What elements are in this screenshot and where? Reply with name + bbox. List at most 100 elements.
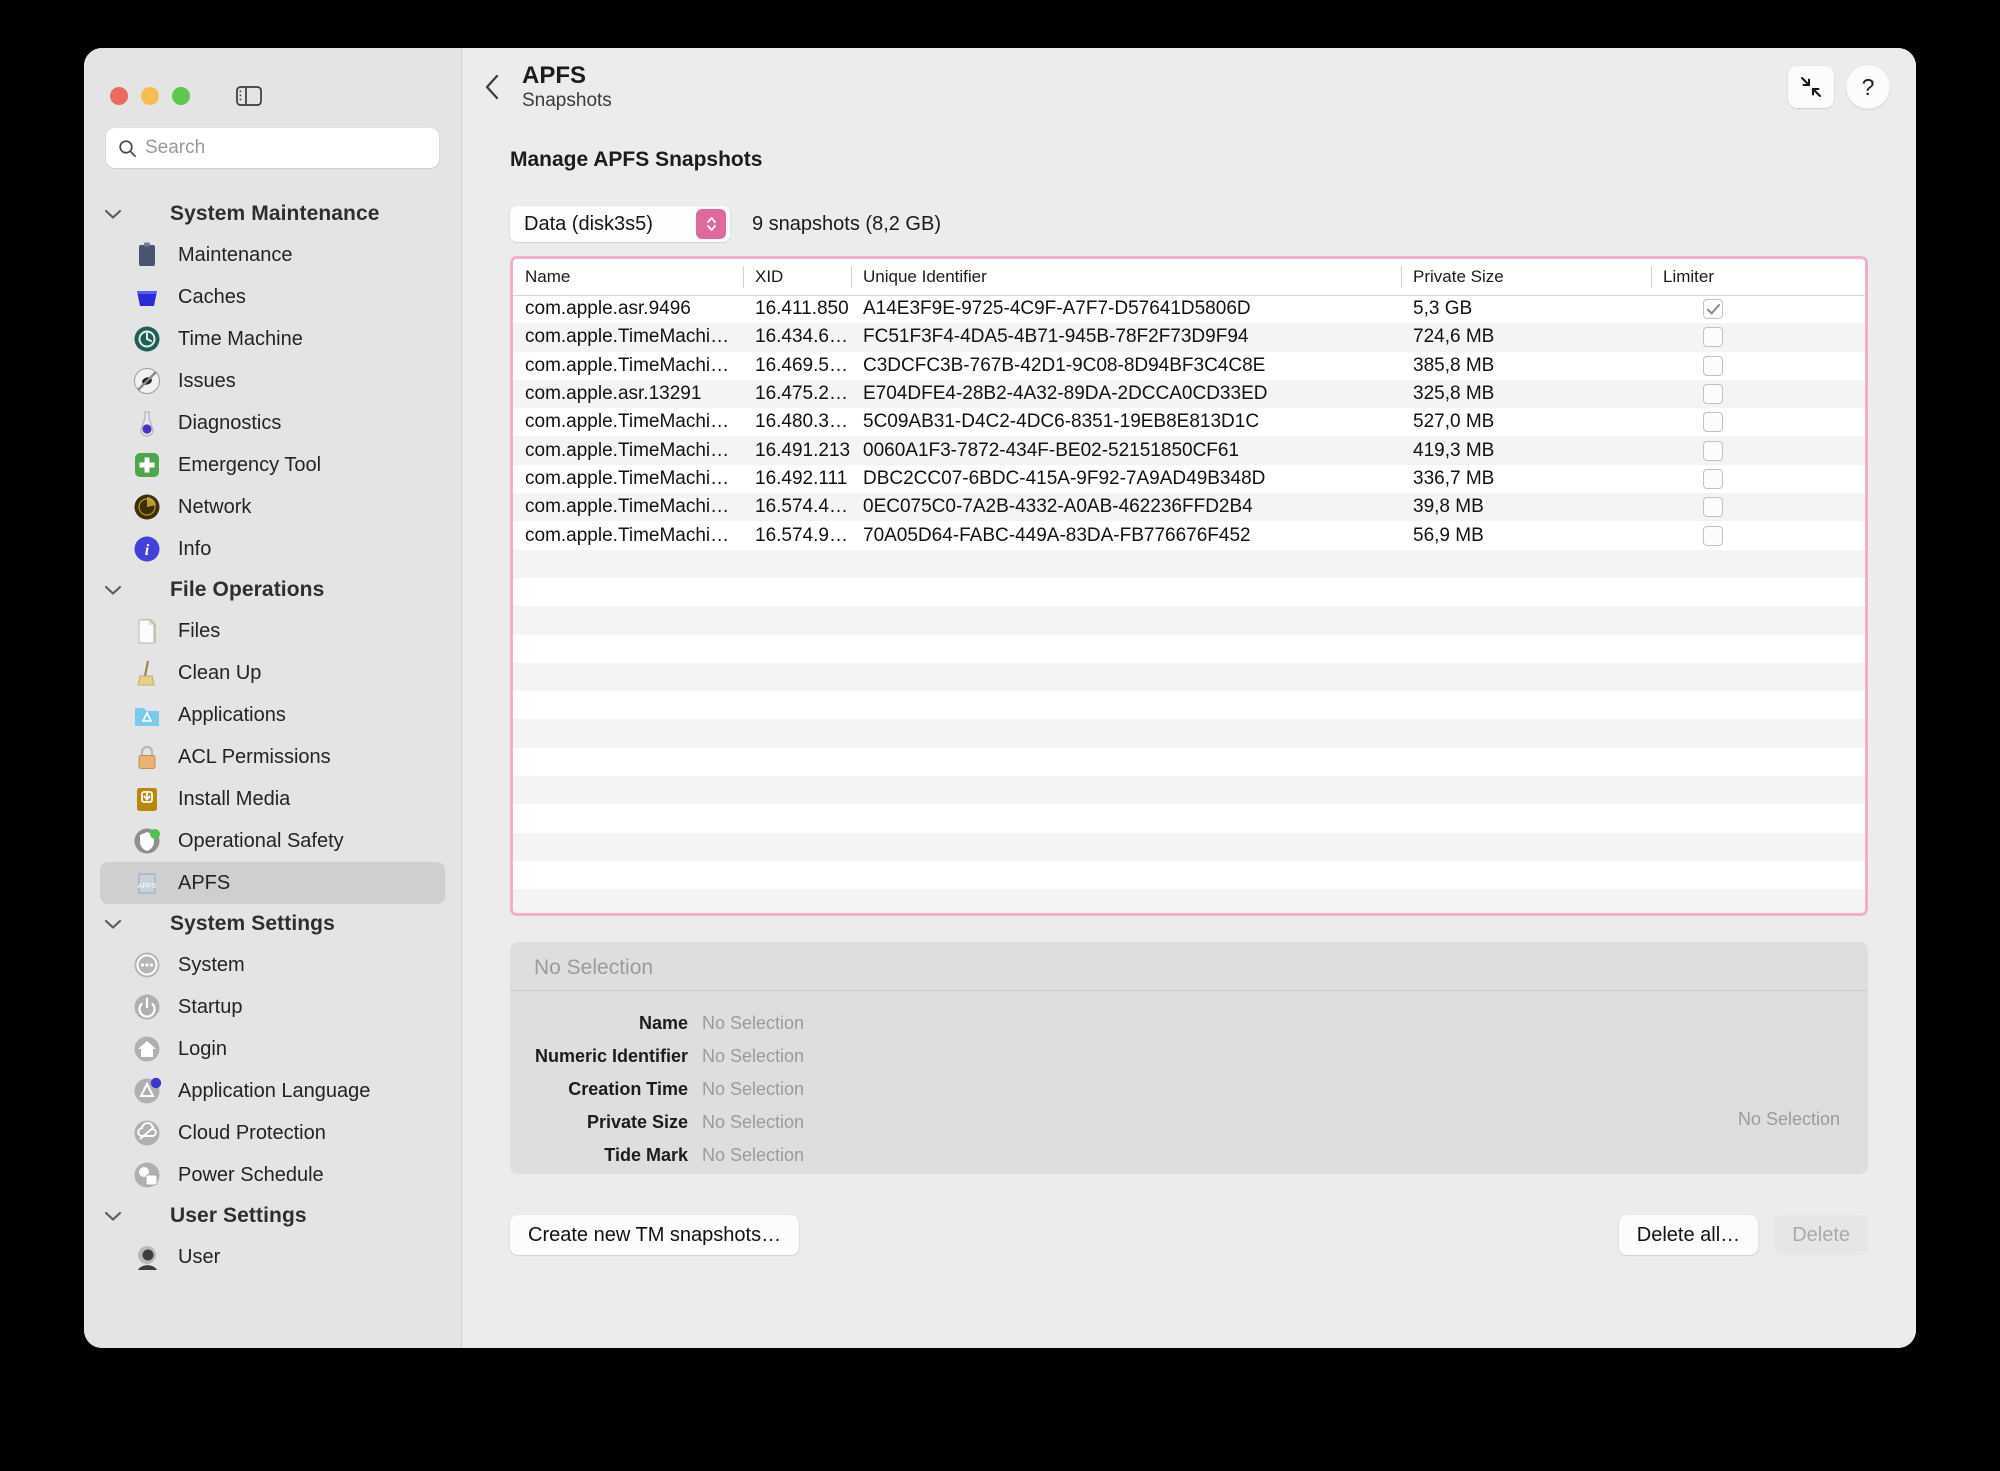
sidebar-item-time-machine[interactable]: Time Machine xyxy=(100,318,445,360)
sidebar-item-acl-permissions[interactable]: ACL Permissions xyxy=(100,736,445,778)
sidebar-item-label: Install Media xyxy=(178,787,291,810)
screenshot-root: Search System Maintenance Maintenance Cach… xyxy=(0,0,2000,1471)
sidebar-item-label: Application Language xyxy=(178,1079,371,1102)
table-empty-row[interactable] xyxy=(513,889,1865,913)
delete-all-button[interactable]: Delete all… xyxy=(1618,1215,1759,1255)
shield-check-icon xyxy=(130,824,164,858)
radar-icon xyxy=(134,494,160,520)
search-input[interactable]: Search xyxy=(106,128,439,168)
close-button[interactable] xyxy=(110,87,128,105)
sidebar-item-label: Power Schedule xyxy=(178,1163,324,1186)
sidebar-item-startup[interactable]: Startup xyxy=(100,986,445,1028)
empty-cell xyxy=(1401,719,1651,747)
sidebar-group-system-settings[interactable]: System Settings xyxy=(84,904,461,944)
sidebar-item-user[interactable]: User xyxy=(100,1236,445,1278)
table-row[interactable]: com.apple.TimeMachi… 16.434.6… FC51F3F4-4D… xyxy=(513,323,1865,352)
sidebar-item-network[interactable]: Network xyxy=(100,486,445,528)
limiter-checkbox[interactable] xyxy=(1703,355,1723,376)
chevron-updown-icon[interactable] xyxy=(696,209,726,239)
snapshot-uid-cell: FC51F3F4-4DA5-4B71-945B-78F2F73D9F94 xyxy=(863,326,1249,348)
snapshots-table-container[interactable]: Name XID Unique Identifier Private Size … xyxy=(510,256,1868,916)
sidebar-item-cloud-protection[interactable]: Cloud Protection xyxy=(100,1112,445,1154)
sidebar-item-install-media[interactable]: Install Media xyxy=(100,778,445,820)
sidebar-item-maintenance[interactable]: Maintenance xyxy=(100,234,445,276)
column-header-name[interactable]: Name xyxy=(513,259,743,296)
table-row[interactable]: com.apple.asr.13291 16.475.2… E704DFE4-28B… xyxy=(513,379,1865,409)
table-row[interactable]: com.apple.TimeMachi… 16.480.3… 5C09AB31-D4… xyxy=(513,408,1865,437)
sidebar-item-power-schedule[interactable]: Power Schedule xyxy=(100,1154,445,1196)
table-empty-row[interactable] xyxy=(513,776,1865,805)
limiter-checkbox[interactable] xyxy=(1703,497,1723,518)
limiter-checkbox[interactable] xyxy=(1703,327,1723,348)
column-header-uid[interactable]: Unique Identifier xyxy=(851,259,1401,296)
empty-cell xyxy=(851,663,1401,691)
sidebar-group-user-settings[interactable]: User Settings xyxy=(84,1196,461,1236)
limiter-checkbox[interactable] xyxy=(1703,384,1723,405)
sidebar-item-label: Diagnostics xyxy=(178,411,282,434)
collapse-button[interactable] xyxy=(1788,66,1834,108)
sidebar-item-label: Issues xyxy=(178,369,236,392)
limiter-checkbox[interactable] xyxy=(1703,412,1723,433)
table-empty-row[interactable] xyxy=(513,662,1865,692)
inspector-field-label: Creation Time xyxy=(568,1079,688,1099)
sidebar-item-issues[interactable]: Issues xyxy=(100,360,445,402)
table-empty-row[interactable] xyxy=(513,747,1865,777)
sidebar-item-apfs[interactable]: APFS APFS xyxy=(100,862,445,904)
column-header-size[interactable]: Private Size xyxy=(1401,259,1651,296)
table-empty-row[interactable] xyxy=(513,634,1865,663)
column-header-xid[interactable]: XID xyxy=(743,259,851,296)
table-empty-row[interactable] xyxy=(513,549,1865,578)
table-row[interactable]: com.apple.TimeMachi… 16.574.4… 0EC075C0-7A… xyxy=(513,493,1865,522)
minimize-button[interactable] xyxy=(141,87,159,105)
table-row[interactable]: com.apple.asr.9496 16.411.850 A14E3F9E-972… xyxy=(513,295,1865,324)
empty-cell xyxy=(513,550,743,578)
back-button[interactable] xyxy=(462,73,522,101)
delete-button[interactable]: Delete xyxy=(1774,1215,1868,1255)
table-empty-row[interactable] xyxy=(513,860,1865,890)
table-empty-row[interactable] xyxy=(513,832,1865,861)
snapshot-xid-cell: 16.475.2… xyxy=(755,383,848,405)
limiter-checkbox[interactable] xyxy=(1703,525,1723,546)
limiter-checkbox[interactable] xyxy=(1703,299,1723,320)
sidebar-group-system-maintenance[interactable]: System Maintenance xyxy=(84,194,461,234)
sidebar-item-files[interactable]: Files xyxy=(100,610,445,652)
table-row[interactable]: com.apple.TimeMachi… 16.469.5… C3DCFC3B-76… xyxy=(513,351,1865,380)
chevron-down-icon xyxy=(98,208,128,220)
table-row[interactable]: com.apple.TimeMachi… 16.492.111 DBC2CC07-6… xyxy=(513,464,1865,494)
svg-text:APFS: APFS xyxy=(138,883,157,890)
sidebar: Search System Maintenance Maintenance Cach… xyxy=(84,48,462,1348)
sidebar-item-application-language[interactable]: Application Language xyxy=(100,1070,445,1112)
table-empty-row[interactable] xyxy=(513,804,1865,833)
column-header-limiter[interactable]: Limiter xyxy=(1651,259,1865,296)
table-row[interactable]: com.apple.TimeMachi… 16.574.9… 70A05D64-FA… xyxy=(513,521,1865,550)
table-empty-row[interactable] xyxy=(513,606,1865,635)
sidebar-group-title: System Settings xyxy=(170,912,335,935)
table-header-row: Name XID Unique Identifier Private Size … xyxy=(513,259,1865,296)
volume-popup-button[interactable]: Data (disk3s5) xyxy=(510,206,730,242)
sidebar-item-label: User xyxy=(178,1245,221,1268)
help-button[interactable]: ? xyxy=(1846,65,1890,109)
table-row[interactable]: com.apple.TimeMachi… 16.491.213 0060A1F3-7… xyxy=(513,436,1865,465)
sidebar-item-login[interactable]: Login xyxy=(100,1028,445,1070)
table-empty-row[interactable] xyxy=(513,719,1865,748)
limiter-checkbox[interactable] xyxy=(1703,468,1723,489)
sidebar-item-info[interactable]: i Info xyxy=(100,528,445,570)
empty-cell xyxy=(1651,804,1865,832)
sidebar-toggle-button[interactable] xyxy=(227,78,271,114)
app-language-icon xyxy=(130,1074,164,1108)
limiter-checkbox[interactable] xyxy=(1703,440,1723,461)
table-empty-row[interactable] xyxy=(513,577,1865,607)
snapshot-xid-cell: 16.411.850 xyxy=(755,298,849,320)
create-tm-snapshots-button[interactable]: Create new TM snapshots… xyxy=(510,1215,800,1255)
zoom-button[interactable] xyxy=(172,87,190,105)
sidebar-item-operational-safety[interactable]: Operational Safety xyxy=(100,820,445,862)
sidebar-item-system[interactable]: System xyxy=(100,944,445,986)
sidebar-item-caches[interactable]: Caches xyxy=(100,276,445,318)
sidebar-item-clean-up[interactable]: Clean Up xyxy=(100,652,445,694)
sidebar-item-diagnostics[interactable]: Diagnostics xyxy=(100,402,445,444)
table-empty-row[interactable] xyxy=(513,691,1865,720)
sidebar-item-applications[interactable]: Applications xyxy=(100,694,445,736)
sidebar-group-file-operations[interactable]: File Operations xyxy=(84,570,461,610)
sidebar-item-emergency-tool[interactable]: Emergency Tool xyxy=(100,444,445,486)
snapshot-size-cell: 5,3 GB xyxy=(1413,298,1473,320)
